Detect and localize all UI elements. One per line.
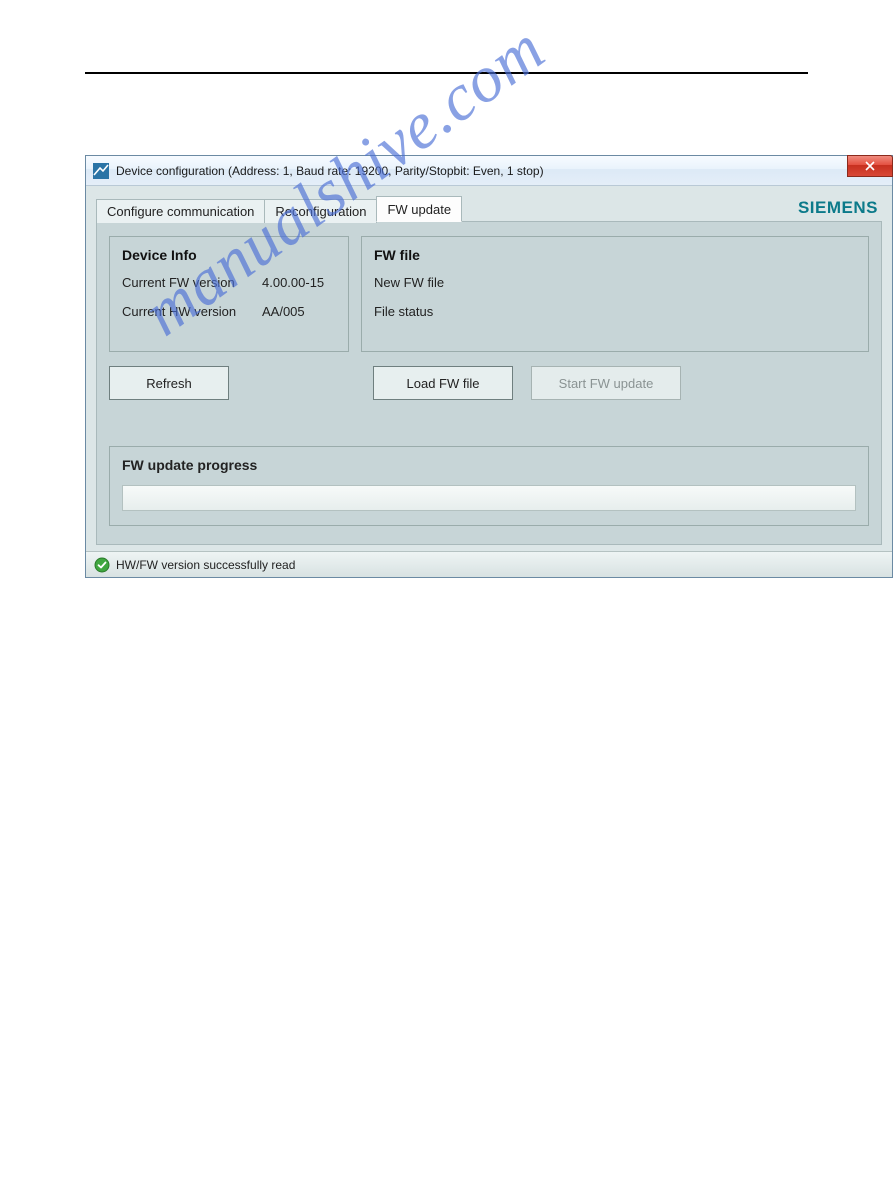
group-device-info: Device Info Current FW version 4.00.00-1… [109, 236, 349, 352]
tab-page-fw-update: Device Info Current FW version 4.00.00-1… [96, 221, 882, 545]
label-current-fw: Current FW version [122, 275, 262, 290]
label-new-fw-file: New FW file [374, 275, 514, 290]
status-text: HW/FW version successfully read [116, 558, 295, 572]
label-current-hw: Current HW version [122, 304, 262, 319]
group-fw-update-progress: FW update progress [109, 446, 869, 526]
window-title: Device configuration (Address: 1, Baud r… [116, 164, 544, 178]
start-fw-update-button[interactable]: Start FW update [531, 366, 681, 400]
titlebar[interactable]: Device configuration (Address: 1, Baud r… [86, 156, 892, 186]
app-icon [92, 162, 110, 180]
window-close-button[interactable] [847, 155, 893, 177]
page-top-rule [85, 72, 808, 74]
close-icon [865, 159, 875, 174]
app-window: Device configuration (Address: 1, Baud r… [85, 155, 893, 578]
progress-bar [122, 485, 856, 511]
group-title: Device Info [122, 247, 336, 263]
refresh-button[interactable]: Refresh [109, 366, 229, 400]
statusbar: HW/FW version successfully read [86, 551, 892, 577]
success-icon [94, 557, 110, 573]
group-title: FW file [374, 247, 856, 263]
tab-reconfiguration[interactable]: Reconfiguration [264, 199, 377, 223]
button-label: Load FW file [407, 376, 480, 391]
value-current-hw: AA/005 [262, 304, 305, 319]
group-fw-file: FW file New FW file File status [361, 236, 869, 352]
client-area: Configure communication Reconfiguration … [86, 186, 892, 551]
button-label: Start FW update [559, 376, 654, 391]
tabstrip: Configure communication Reconfiguration … [96, 196, 882, 222]
tab-label: Configure communication [107, 204, 254, 219]
load-fw-file-button[interactable]: Load FW file [373, 366, 513, 400]
button-label: Refresh [146, 376, 192, 391]
tab-configure-communication[interactable]: Configure communication [96, 199, 265, 223]
tab-label: FW update [387, 202, 451, 217]
label-file-status: File status [374, 304, 514, 319]
tab-fw-update[interactable]: FW update [376, 196, 462, 222]
brand-logo: SIEMENS [798, 198, 878, 218]
value-current-fw: 4.00.00-15 [262, 275, 324, 290]
tab-label: Reconfiguration [275, 204, 366, 219]
group-title: FW update progress [122, 457, 856, 473]
